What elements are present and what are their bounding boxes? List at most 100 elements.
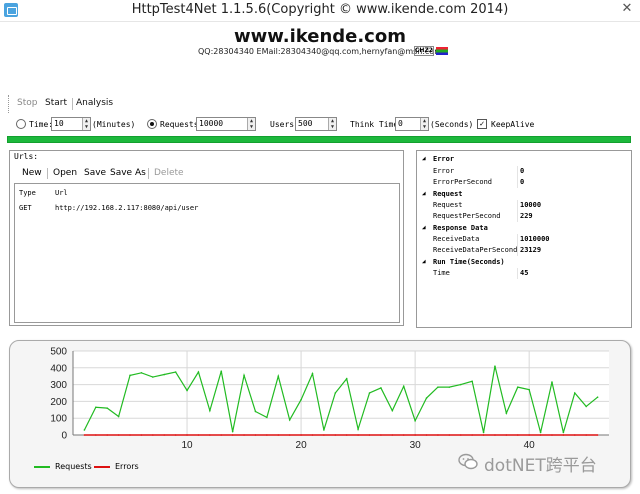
data-point-errors — [300, 434, 302, 436]
collapse-icon[interactable]: ◢ — [422, 190, 426, 197]
stat-divider — [517, 200, 518, 211]
data-point-errors — [129, 434, 131, 436]
time-input[interactable]: 10 ▲ ▼ — [51, 117, 91, 131]
save-button[interactable]: Save — [84, 168, 106, 178]
data-point-requests — [323, 429, 325, 431]
stat-row-request-per-second[interactable]: RequestPerSecond 229 — [417, 211, 631, 222]
collapse-icon[interactable]: ◢ — [422, 258, 426, 265]
think-time-input-value: 0 — [398, 119, 403, 128]
stat-divider — [517, 211, 518, 222]
save-as-button[interactable]: Save As — [110, 168, 146, 178]
start-button[interactable]: Start — [45, 98, 67, 108]
data-point-errors — [266, 434, 268, 436]
collapse-icon[interactable]: ◢ — [422, 155, 426, 162]
stat-row-receive-data[interactable]: ReceiveData 1010000 — [417, 234, 631, 245]
table-row-url[interactable]: http://192.168.2.117:8080/api/user — [55, 204, 198, 212]
y-tick-label: 400 — [50, 363, 67, 374]
options-row: Time: 10 ▲ ▼ (Minutes) Requests: 10000 ▲ ▼… — [14, 117, 634, 133]
data-point-errors — [459, 434, 462, 436]
data-point-requests — [585, 405, 587, 408]
stat-category-response-data[interactable]: ◢ Response Data — [417, 223, 631, 234]
data-point-requests — [186, 389, 188, 392]
data-point-requests — [539, 431, 542, 434]
stat-name: ReceiveDataPerSecond — [433, 246, 518, 254]
x-tick-label: 20 — [296, 440, 308, 451]
stat-category-request[interactable]: ◢ Request — [417, 189, 631, 200]
data-point-errors — [471, 434, 473, 436]
legend-label-requests: Requests — [55, 462, 92, 471]
data-point-requests — [380, 387, 382, 389]
data-point-errors — [539, 434, 542, 436]
data-point-requests — [197, 371, 200, 373]
requests-radio[interactable] — [147, 119, 157, 129]
time-label: Time: — [29, 120, 54, 129]
stat-row-error[interactable]: Error 0 — [417, 166, 631, 177]
legend-label-errors: Errors — [115, 462, 139, 471]
data-point-errors — [106, 434, 109, 436]
analysis-button[interactable]: Analysis — [76, 98, 113, 108]
data-point-errors — [425, 434, 428, 436]
stat-row-error-per-second[interactable]: ErrorPerSecond 0 — [417, 177, 631, 188]
data-point-requests — [277, 375, 280, 377]
new-button[interactable]: New — [22, 168, 42, 178]
data-point-errors — [311, 434, 314, 436]
keepalive-checkbox[interactable]: ✓ — [477, 119, 487, 129]
users-spinner-icon[interactable]: ▲ ▼ — [328, 118, 336, 130]
data-point-requests — [482, 431, 485, 434]
data-point-requests — [129, 374, 131, 377]
header-title[interactable]: www.ikende.com — [0, 26, 640, 47]
delete-button[interactable]: Delete — [154, 168, 184, 178]
stat-row-request[interactable]: Request 10000 — [417, 200, 631, 211]
think-time-spinner-icon[interactable]: ▲ ▼ — [420, 118, 428, 130]
column-header-url[interactable]: Url — [55, 189, 68, 197]
requests-input[interactable]: 10000 ▲ ▼ — [196, 117, 256, 131]
data-point-requests — [357, 428, 359, 430]
legend-errors: Errors — [94, 462, 139, 471]
users-input[interactable]: 500 ▲ ▼ — [295, 117, 337, 131]
stat-row-receive-data-per-second[interactable]: ReceiveDataPerSecond 23129 — [417, 245, 631, 256]
data-point-errors — [83, 434, 86, 436]
data-point-requests — [220, 370, 223, 372]
stat-category-error[interactable]: ◢ Error — [417, 154, 631, 165]
data-point-errors — [448, 434, 451, 436]
time-input-value: 10 — [54, 119, 64, 128]
stat-value: 0 — [520, 178, 525, 186]
category-label: Response Data — [433, 224, 488, 232]
stat-name: ReceiveData — [433, 235, 480, 243]
legend-requests: Requests — [34, 462, 92, 471]
urls-toolbar: New Open Save Save As Delete — [14, 166, 400, 181]
stat-value: 229 — [520, 212, 533, 220]
data-point-requests — [494, 365, 496, 367]
data-point-requests — [551, 381, 553, 383]
data-point-errors — [528, 434, 530, 436]
stat-category-run-time[interactable]: ◢ Run Time(Seconds) — [417, 257, 631, 268]
data-point-requests — [266, 416, 268, 419]
requests-spinner-icon[interactable]: ▲ ▼ — [247, 118, 255, 130]
urls-table[interactable]: Type Url GET http://192.168.2.117:8080/a… — [14, 183, 400, 323]
x-tick-label: 10 — [181, 440, 193, 451]
open-button[interactable]: Open — [53, 168, 77, 178]
data-point-errors — [357, 434, 359, 436]
collapse-icon[interactable]: ◢ — [422, 224, 426, 231]
data-point-requests — [516, 386, 519, 388]
column-header-type[interactable]: Type — [19, 189, 36, 197]
data-point-requests — [95, 406, 97, 409]
toolbar-separator — [148, 168, 149, 179]
data-point-errors — [437, 434, 439, 436]
close-icon[interactable]: ✕ — [618, 1, 636, 17]
table-row-type[interactable]: GET — [19, 204, 32, 212]
data-point-requests — [459, 383, 462, 386]
time-radio[interactable] — [16, 119, 26, 129]
stop-button[interactable]: Stop — [17, 98, 37, 108]
data-point-errors — [402, 434, 405, 436]
data-point-errors — [334, 434, 337, 436]
data-point-errors — [391, 434, 394, 436]
data-point-requests — [311, 372, 314, 375]
data-point-errors — [197, 434, 200, 436]
time-spinner-icon[interactable]: ▲ ▼ — [82, 118, 90, 130]
data-point-requests — [300, 398, 302, 401]
stat-row-time[interactable]: Time 45 — [417, 268, 631, 279]
think-time-input[interactable]: 0 ▲ ▼ — [395, 117, 429, 131]
data-point-requests — [437, 386, 439, 388]
data-point-errors — [345, 434, 348, 436]
